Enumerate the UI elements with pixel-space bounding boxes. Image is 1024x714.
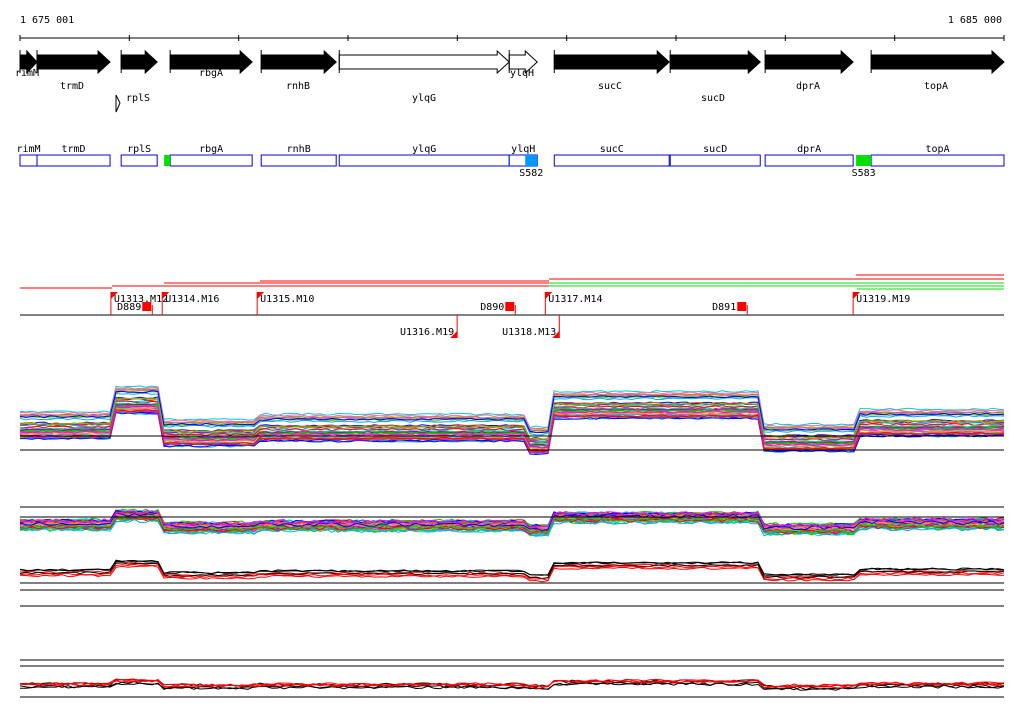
gene-box-label-rimM: rimM	[16, 144, 40, 155]
ruler-start-label: 1 675 001	[20, 15, 74, 26]
gene-label-dprA: dprA	[796, 81, 820, 92]
site-marker	[525, 155, 538, 166]
ruler-end-label: 1 685 000	[948, 15, 1002, 26]
gene-arrow-sucC	[553, 49, 670, 75]
rplS-small-arrow-icon	[115, 94, 121, 113]
site-label: S583	[852, 168, 876, 179]
feature-label: D890	[480, 302, 504, 313]
gene-label-rnhB: rnhB	[286, 81, 310, 92]
gene-box-label-ylqH: ylqH	[511, 144, 535, 155]
feature-label: D889	[117, 302, 141, 313]
gene-box-label-rnhB: rnhB	[287, 144, 311, 155]
gene-box-topA	[870, 154, 1005, 167]
gene-track: rimM trmD rplS rbgA rnhB ylqG ylqH sucC sucD dprA…	[15, 49, 1005, 113]
gene-box-rbgA	[169, 154, 253, 167]
feature-track: U1313.M12U1314.M16 U1315.M10 U1317.M14 U131…	[20, 274, 1004, 338]
feature-label: D891	[712, 302, 736, 313]
gene-box-ylqG	[338, 154, 510, 167]
gene-box-sucC	[553, 154, 670, 167]
gene-box-trmD	[36, 154, 111, 167]
site-marker	[164, 155, 171, 166]
gene-label-rplS: rplS	[126, 93, 150, 104]
feature-label: U1314.M16	[165, 294, 219, 305]
feature-marker	[505, 302, 515, 311]
feature-label: U1319.M19	[856, 294, 910, 305]
gene-label-topA: topA	[924, 81, 948, 92]
gene-label-ylqH: ylqH	[510, 68, 534, 79]
feature-label: U1316.M19	[400, 327, 454, 338]
site-label: S582	[519, 168, 543, 179]
gene-arrow-trmD	[36, 49, 111, 75]
genome-browser: 1 675 001 1 685 000 rimM trmD rplS rbgA rnhB…	[15, 15, 1005, 698]
feature-label: U1315.M10	[260, 294, 314, 305]
gene-box-label-rbgA: rbgA	[199, 144, 223, 155]
gene-arrow-rnhB	[260, 49, 337, 75]
gene-arrow-ylqG	[338, 49, 510, 75]
gene-box-rplS	[120, 154, 158, 167]
ruler	[19, 35, 1005, 41]
site-marker	[856, 155, 872, 166]
gene-label-rimM: rimM	[15, 68, 39, 79]
gene-box-label-ylqG: ylqG	[412, 144, 436, 155]
gene-box-label-trmD: trmD	[61, 144, 85, 155]
gene-label-rbgA: rbgA	[199, 68, 223, 79]
gene-box-label-topA: topA	[926, 144, 950, 155]
feature-marker	[142, 302, 152, 311]
feature-label: U1317.M14	[548, 294, 602, 305]
gene-label-trmD: trmD	[60, 81, 84, 92]
gene-arrow-topA	[870, 49, 1005, 75]
gene-label-sucD: sucD	[701, 93, 725, 104]
gene-box-rimM	[19, 154, 38, 167]
gene-box-dprA	[764, 154, 854, 167]
gene-box-label-dprA: dprA	[797, 144, 821, 155]
gene-arrow-rplS	[120, 49, 158, 75]
gene-box-rnhB	[260, 154, 337, 167]
gene-box-label-sucC: sucC	[600, 144, 624, 155]
gene-box-label-sucD: sucD	[703, 144, 727, 155]
gene-arrow-dprA	[764, 49, 854, 75]
gene-box-track: rimM trmD rplS rbgA rnhB ylqG ylqH sucC sucD dprA…	[16, 144, 1005, 179]
gene-arrow-sucD	[669, 49, 761, 75]
gene-label-sucC: sucC	[598, 81, 622, 92]
feature-label: U1318.M13	[502, 327, 556, 338]
gene-box-sucD	[669, 154, 761, 167]
feature-marker	[737, 302, 747, 311]
gene-box-label-rplS: rplS	[127, 144, 151, 155]
expression-tracks	[19, 385, 1005, 698]
gene-label-ylqG: ylqG	[412, 93, 436, 104]
